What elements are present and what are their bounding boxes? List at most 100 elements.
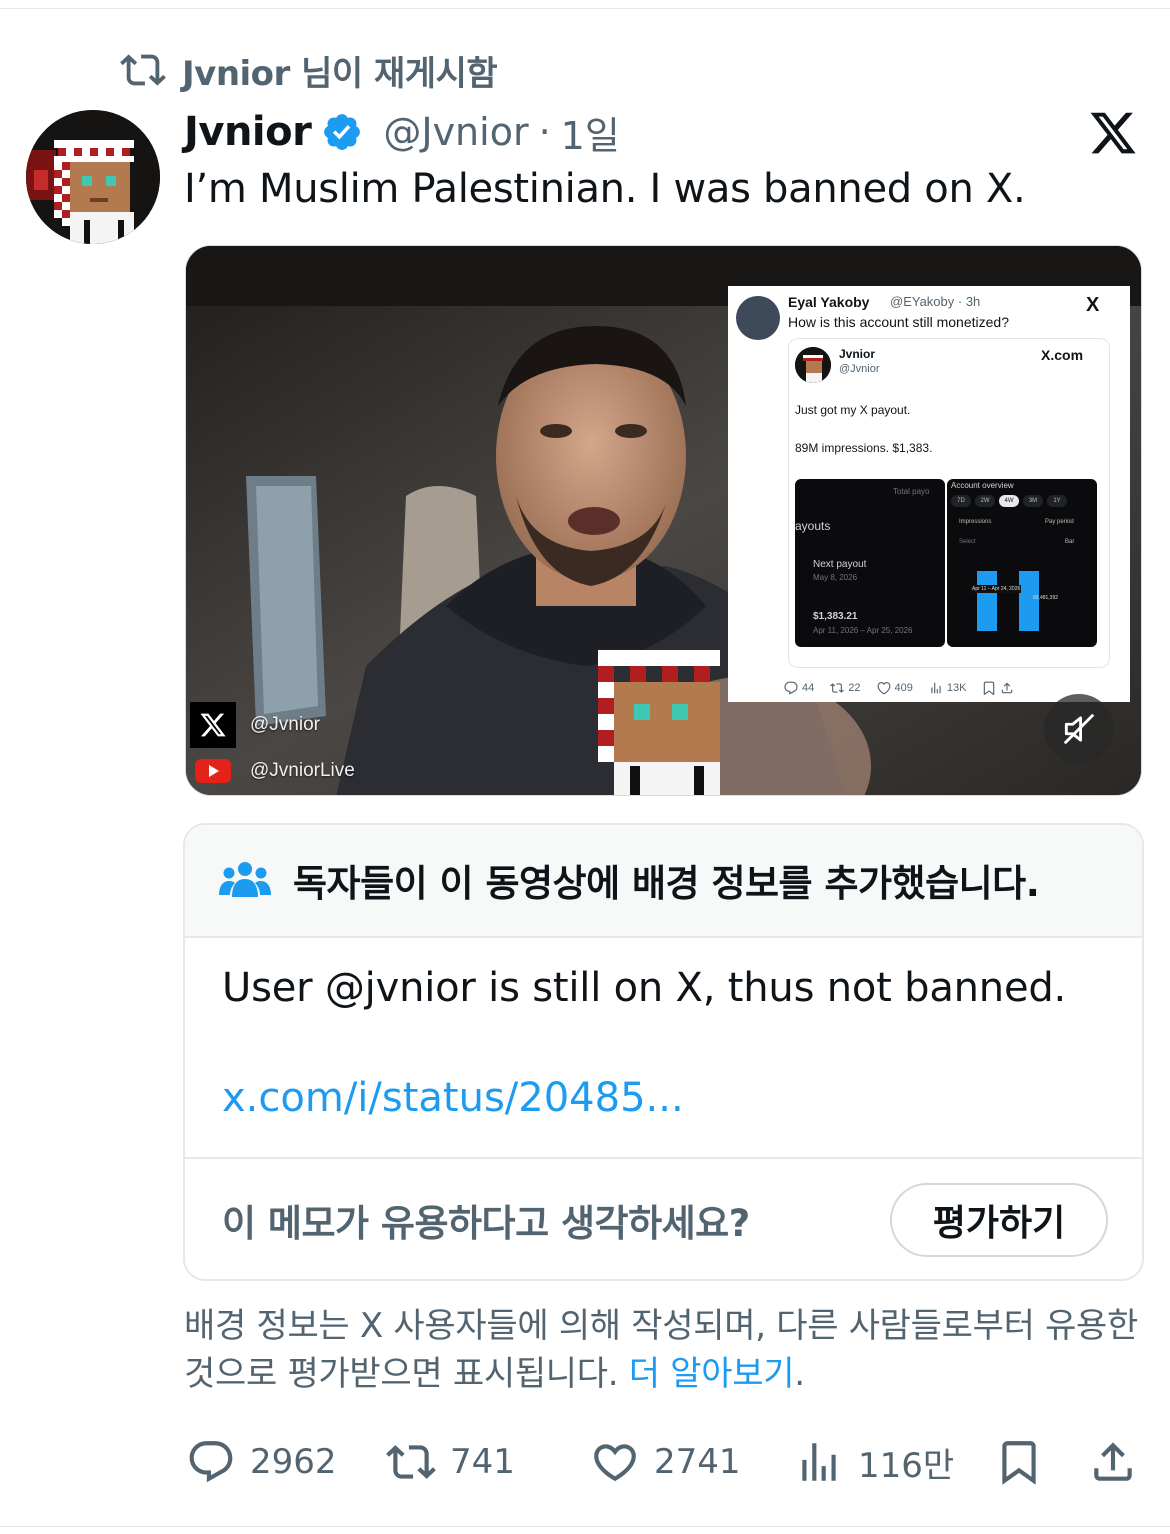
share-icon [1002, 682, 1013, 694]
embedded-likes: 409 [877, 681, 913, 695]
community-note-title: 독자들이 이 동영상에 배경 정보를 추가했습니다. [293, 862, 1040, 905]
repost-button[interactable]: 741 [386, 1434, 515, 1490]
embedded-reposts: 22 [830, 681, 861, 695]
bottom-divider [0, 1526, 1170, 1527]
x-watermark-icon [190, 702, 236, 748]
embedded-author-handle: @EYakoby · 3h [890, 294, 981, 309]
author-name[interactable]: Jvnior [184, 109, 312, 155]
embedded-author-name: Eyal Yakoby [788, 294, 870, 310]
like-count: 2741 [654, 1442, 741, 1482]
impressions-bar-2 [1019, 571, 1039, 631]
repost-count: 741 [450, 1442, 515, 1482]
tweet-action-bar: 2962 741 2741 116만 [186, 1434, 1146, 1490]
share-button[interactable] [1088, 1434, 1138, 1490]
learn-more-link[interactable]: 더 알아보기 [629, 1354, 795, 1394]
bar-label: Bar [1065, 539, 1075, 545]
x-watermark-handle: @Jvnior [250, 714, 320, 735]
rate-question: 이 메모가 유용하다고 생각하세요? [222, 1202, 750, 1245]
select-label: Select [959, 539, 976, 545]
youtube-watermark-handle: @JvniorLive [250, 760, 355, 781]
value-tooltip: 89,481,392 [1033, 595, 1059, 601]
tweet-text: I’m Muslim Palestinian. I was banned on … [184, 166, 1026, 212]
quote-text-line1: Just got my X payout. [795, 403, 911, 417]
payout-amount: $1,383.21 [813, 611, 858, 622]
views-button[interactable]: 116만 [794, 1434, 954, 1490]
video-player[interactable]: Eyal Yakoby @EYakoby · 3h X How is this … [185, 245, 1142, 796]
range-1y: 1Y [1047, 495, 1067, 507]
impressions-bar-1 [977, 571, 997, 631]
post-timestamp[interactable]: 1일 [561, 105, 620, 160]
payouts-label: ayouts [795, 519, 831, 533]
community-note-body: User @jvnior is still on X, thus not ban… [222, 965, 1067, 1011]
verified-badge-icon[interactable] [321, 111, 363, 153]
next-payout-label: Next payout [813, 559, 867, 570]
account-overview-panel: Account overview 7D 2W 4W 3M 1Y Impressi… [947, 479, 1097, 647]
reply-icon [189, 1441, 233, 1483]
embedded-replies-count: 44 [802, 682, 815, 694]
disclaimer-end: . [794, 1354, 805, 1394]
reply-button[interactable]: 2962 [186, 1434, 337, 1490]
range-3m: 3M [1023, 495, 1043, 507]
community-note-header: 독자들이 이 동영상에 배경 정보를 추가했습니다. [185, 825, 1142, 938]
share-icon [1094, 1442, 1132, 1481]
range-tooltip: Apr 11 – Apr 24, 2026 [971, 585, 1022, 593]
video-watermark: @Jvnior @JvniorLive [190, 702, 355, 786]
rate-note-button[interactable]: 평가하기 [890, 1183, 1108, 1257]
embedded-action-bar: 44 22 409 13K [784, 680, 1114, 696]
community-note-divider [185, 1157, 1142, 1159]
top-divider [0, 8, 1170, 9]
quote-avatar [795, 347, 831, 383]
community-note: 독자들이 이 동영상에 배경 정보를 추가했습니다. User @jvnior … [183, 823, 1144, 1281]
range-7d: 7D [951, 495, 971, 507]
embedded-reposts-count: 22 [848, 682, 861, 694]
youtube-watermark-icon [190, 756, 236, 786]
avatar[interactable] [26, 110, 160, 244]
people-icon [219, 862, 271, 897]
repost-icon [386, 1445, 436, 1479]
separator-dot: · [538, 110, 551, 154]
range-4w: 4W [999, 495, 1019, 507]
metric-label: Impressions [959, 519, 992, 525]
bookmark-button[interactable] [994, 1434, 1044, 1490]
total-payout-label: Total payo [893, 487, 930, 496]
next-payout-date: May 8, 2026 [813, 573, 858, 582]
account-overview-title: Account overview [951, 481, 1014, 490]
repost-icon [830, 683, 845, 693]
author-handle[interactable]: @Jvnior [383, 110, 528, 154]
reply-icon [784, 681, 798, 695]
reply-count: 2962 [250, 1442, 337, 1482]
heart-icon [877, 682, 890, 695]
avatar-pixel-art [26, 110, 160, 244]
embedded-views: 13K [929, 681, 967, 695]
muted-speaker-icon [1063, 713, 1095, 745]
range-2w: 2W [975, 495, 995, 507]
repost-label: Jvnior 님이 재게시함 [182, 53, 498, 94]
views-count: 116만 [858, 1445, 955, 1486]
bookmark-icon [1002, 1441, 1036, 1485]
embedded-replies: 44 [784, 681, 814, 695]
repost-indicator[interactable]: Jvnior 님이 재게시함 [120, 46, 498, 94]
mute-toggle-button[interactable] [1044, 694, 1114, 764]
payout-dashboard-panel: Total payo ayouts Next payout May 8, 202… [795, 479, 945, 647]
tweet-header: Jvnior @Jvnior · 1일 [184, 104, 620, 160]
embedded-views-count: 13K [946, 682, 967, 694]
like-button[interactable]: 2741 [590, 1434, 741, 1490]
heart-icon [594, 1444, 636, 1482]
embedded-post-text: How is this account still monetized? [788, 314, 1009, 330]
quote-author-handle: @Jvnior [839, 363, 880, 375]
payout-range: Apr 11, 2026 – Apr 25, 2026 [813, 626, 913, 635]
embedded-likes-count: 409 [894, 682, 913, 694]
bookmark-icon [984, 681, 995, 695]
embedded-post-screenshot: Eyal Yakoby @EYakoby · 3h X How is this … [728, 286, 1130, 702]
embedded-x-logo: X [1086, 294, 1100, 316]
community-note-source-link[interactable]: x.com/i/status/20485... [222, 1075, 684, 1121]
quote-author-name: Jvnior [839, 347, 876, 361]
quote-text-line2: 89M impressions. $1,383. [795, 441, 933, 455]
embedded-quote-card: Jvnior @Jvnior X.com Just got my X payou… [788, 338, 1110, 668]
pay-period-label: Pay period [1045, 519, 1074, 525]
views-icon [931, 682, 941, 694]
range-selector: 7D 2W 4W 3M 1Y [951, 495, 1067, 507]
views-icon [802, 1443, 836, 1481]
embedded-avatar [736, 296, 780, 340]
embedded-bookmark [982, 681, 1014, 695]
